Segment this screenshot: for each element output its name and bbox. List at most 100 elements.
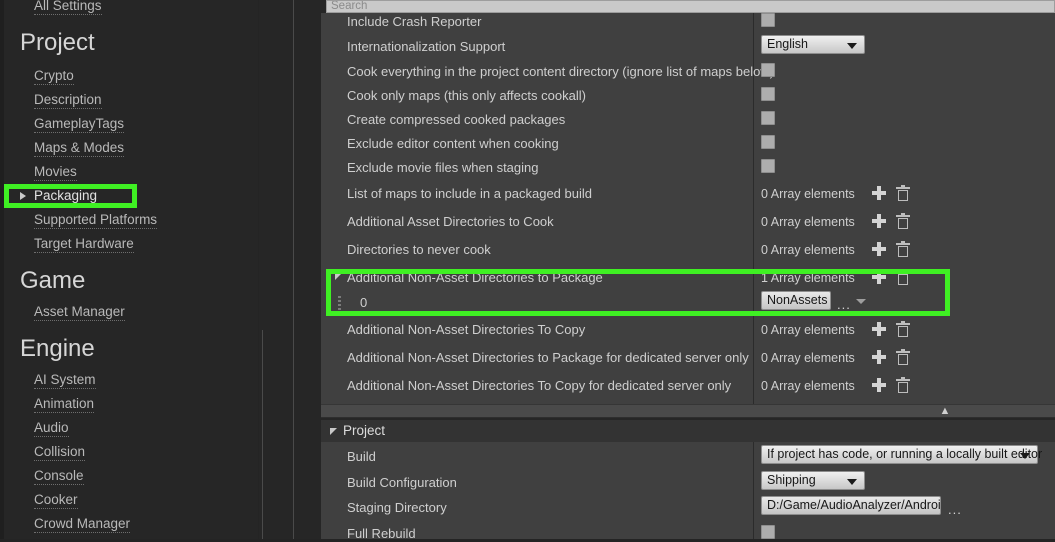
sidebar-item-label: Crypto <box>34 68 74 85</box>
sidebar-item-label: Asset Manager <box>34 304 125 321</box>
sidebar-heading-game: Game <box>0 266 258 296</box>
property-label-exclude-movie-files-when-staging: Exclude movie files when staging <box>347 160 539 176</box>
sidebar-item-label: Description <box>34 92 102 109</box>
sidebar-item-all-settings[interactable]: All Settings <box>0 0 258 18</box>
sidebar-item-label: Cooker <box>34 492 78 509</box>
trash-icon[interactable] <box>896 271 910 286</box>
trash-icon[interactable] <box>896 379 910 394</box>
packaging-category-panel: Include Crash Reporter Internationalizati… <box>321 13 1055 414</box>
dropdown-internationalization-support[interactable]: English <box>761 35 865 54</box>
dropdown-build[interactable]: If project has code, or running a locall… <box>761 445 1038 464</box>
trash-icon[interactable] <box>896 323 910 338</box>
project-section-header[interactable]: Project <box>321 420 1055 442</box>
sidebar-item-maps-modes[interactable]: Maps & Modes <box>0 136 258 160</box>
expand-triangle-icon[interactable] <box>335 273 342 280</box>
sidebar-item-audio[interactable]: Audio <box>0 416 258 440</box>
trash-icon[interactable] <box>896 187 910 202</box>
ellipsis-icon[interactable]: ... <box>948 503 962 517</box>
array-element-count: 0 Array elements <box>761 378 855 394</box>
sidebar-item-crowd-manager[interactable]: Crowd Manager <box>0 512 258 536</box>
chevron-down-icon[interactable] <box>847 479 857 485</box>
sidebar-item-target-hardware[interactable]: Target Hardware <box>0 232 258 256</box>
dropdown-value: If project has code, or running a locall… <box>767 446 1042 463</box>
property-label-include-crash-reporter: Include Crash Reporter <box>347 14 481 30</box>
dropdown-build-configuration[interactable]: Shipping <box>761 471 865 490</box>
sidebar-heading-label: Engine <box>20 335 95 362</box>
project-section-title: Project <box>343 423 385 439</box>
property-label-build: Build <box>347 449 376 465</box>
property-label-exclude-editor-content-when-cooking: Exclude editor content when cooking <box>347 136 559 152</box>
sidebar-item-label: Audio <box>34 420 69 437</box>
property-label-0: 0 <box>360 295 367 311</box>
sidebar-item-ai-system[interactable]: AI System <box>0 368 258 392</box>
plus-icon[interactable] <box>872 350 886 364</box>
checkbox-exclude-editor-content-when-cooking[interactable] <box>761 135 775 149</box>
checkbox-cook-everything-in-the-project-content-directory[interactable] <box>761 63 775 77</box>
property-label-list-of-maps-to-include-in-a-packaged-build: List of maps to include in a packaged bu… <box>347 186 592 202</box>
sidebar-item-animation[interactable]: Animation <box>0 392 258 416</box>
array-element-count: 0 Array elements <box>761 186 855 202</box>
plus-icon[interactable] <box>872 270 886 284</box>
column-divider <box>753 442 754 539</box>
panel-separator-line <box>293 0 294 539</box>
property-label-full-rebuild: Full Rebuild <box>347 526 416 542</box>
property-label-additional-non-asset-directories-to-package: Additional Non-Asset Directories to Pack… <box>347 270 603 286</box>
plus-icon[interactable] <box>872 214 886 228</box>
trash-icon[interactable] <box>896 351 910 366</box>
checkbox-cook-only-maps-this-only-affects-cookall[interactable] <box>761 87 775 101</box>
project-settings-window: All Settings Project Crypto Description Game… <box>0 0 1055 539</box>
sidebar-heading-label: Game <box>20 267 85 294</box>
collapse-up-icon[interactable]: ▲ <box>938 407 952 416</box>
property-label-internationalization-support: Internationalization Support <box>347 39 505 55</box>
checkbox-create-compressed-cooked-packages[interactable] <box>761 111 775 125</box>
textbox-staging-directory[interactable]: D:/Game/AudioAnalyzer/Android <box>761 496 941 515</box>
chevron-down-icon[interactable] <box>847 43 857 49</box>
array-element-count: 0 Array elements <box>761 214 855 230</box>
chevron-down-icon[interactable] <box>856 299 866 304</box>
sidebar-heading-engine: Engine <box>0 334 258 364</box>
property-label-build-configuration: Build Configuration <box>347 475 457 491</box>
sidebar-item-supported-platforms[interactable]: Supported Platforms <box>0 208 258 232</box>
sidebar-item-label: AI System <box>34 372 96 389</box>
sidebar-item-gameplaytags[interactable]: GameplayTags <box>0 112 258 136</box>
sidebar-item-collision[interactable]: Collision <box>0 440 258 464</box>
sidebar-item-description[interactable]: Description <box>0 88 258 112</box>
sidebar-item-movies[interactable]: Movies <box>0 160 258 184</box>
trash-icon[interactable] <box>896 243 910 258</box>
drag-handle-icon[interactable] <box>338 296 341 310</box>
checkbox-include-crash-reporter[interactable] <box>761 13 775 27</box>
property-label-cook-everything-in-the-project-content-directory: Cook everything in the project content d… <box>347 64 774 80</box>
dropdown-value: Shipping <box>767 472 816 489</box>
plus-icon[interactable] <box>872 378 886 392</box>
ellipsis-icon[interactable]: ... <box>837 298 851 312</box>
sidebar-heading-project: Project <box>0 28 258 58</box>
property-label-additional-non-asset-directories-to-copy-for-ded: Additional Non-Asset Directories To Copy… <box>347 378 731 394</box>
chevron-right-icon[interactable] <box>20 192 26 200</box>
plus-icon[interactable] <box>872 186 886 200</box>
property-label-staging-directory: Staging Directory <box>347 500 447 516</box>
expand-triangle-icon[interactable] <box>330 428 337 435</box>
sidebar-gap-column <box>267 0 321 539</box>
sidebar-item-asset-manager[interactable]: Asset Manager <box>0 300 258 324</box>
sidebar-item-label: GameplayTags <box>34 116 124 133</box>
sidebar-item-crypto[interactable]: Crypto <box>0 64 258 88</box>
checkbox-exclude-movie-files-when-staging[interactable] <box>761 159 775 173</box>
property-label-directories-to-never-cook: Directories to never cook <box>347 242 491 258</box>
plus-icon[interactable] <box>872 322 886 336</box>
sidebar-item-label: Crowd Manager <box>34 516 130 533</box>
sidebar-item-console[interactable]: Console <box>0 464 258 488</box>
search-input[interactable]: Search <box>326 0 1055 13</box>
sidebar-item-label: Collision <box>34 444 85 461</box>
sidebar-item-packaging[interactable]: Packaging <box>0 184 258 208</box>
sidebar-scrollbar-track[interactable] <box>259 0 267 539</box>
array-element-count: 0 Array elements <box>761 322 855 338</box>
property-label-additional-non-asset-directories-to-package-for-: Additional Non-Asset Directories to Pack… <box>347 350 749 366</box>
property-label-additional-non-asset-directories-to-copy: Additional Non-Asset Directories To Copy <box>347 322 585 338</box>
array-item-value[interactable]: NonAssets <box>761 291 831 310</box>
plus-icon[interactable] <box>872 242 886 256</box>
sidebar-item-cooker[interactable]: Cooker <box>0 488 258 512</box>
chevron-down-icon[interactable] <box>1020 453 1030 459</box>
property-label-cook-only-maps-this-only-affects-cookall: Cook only maps (this only affects cookal… <box>347 88 586 104</box>
checkbox-full-rebuild[interactable] <box>761 525 775 539</box>
trash-icon[interactable] <box>896 215 910 230</box>
